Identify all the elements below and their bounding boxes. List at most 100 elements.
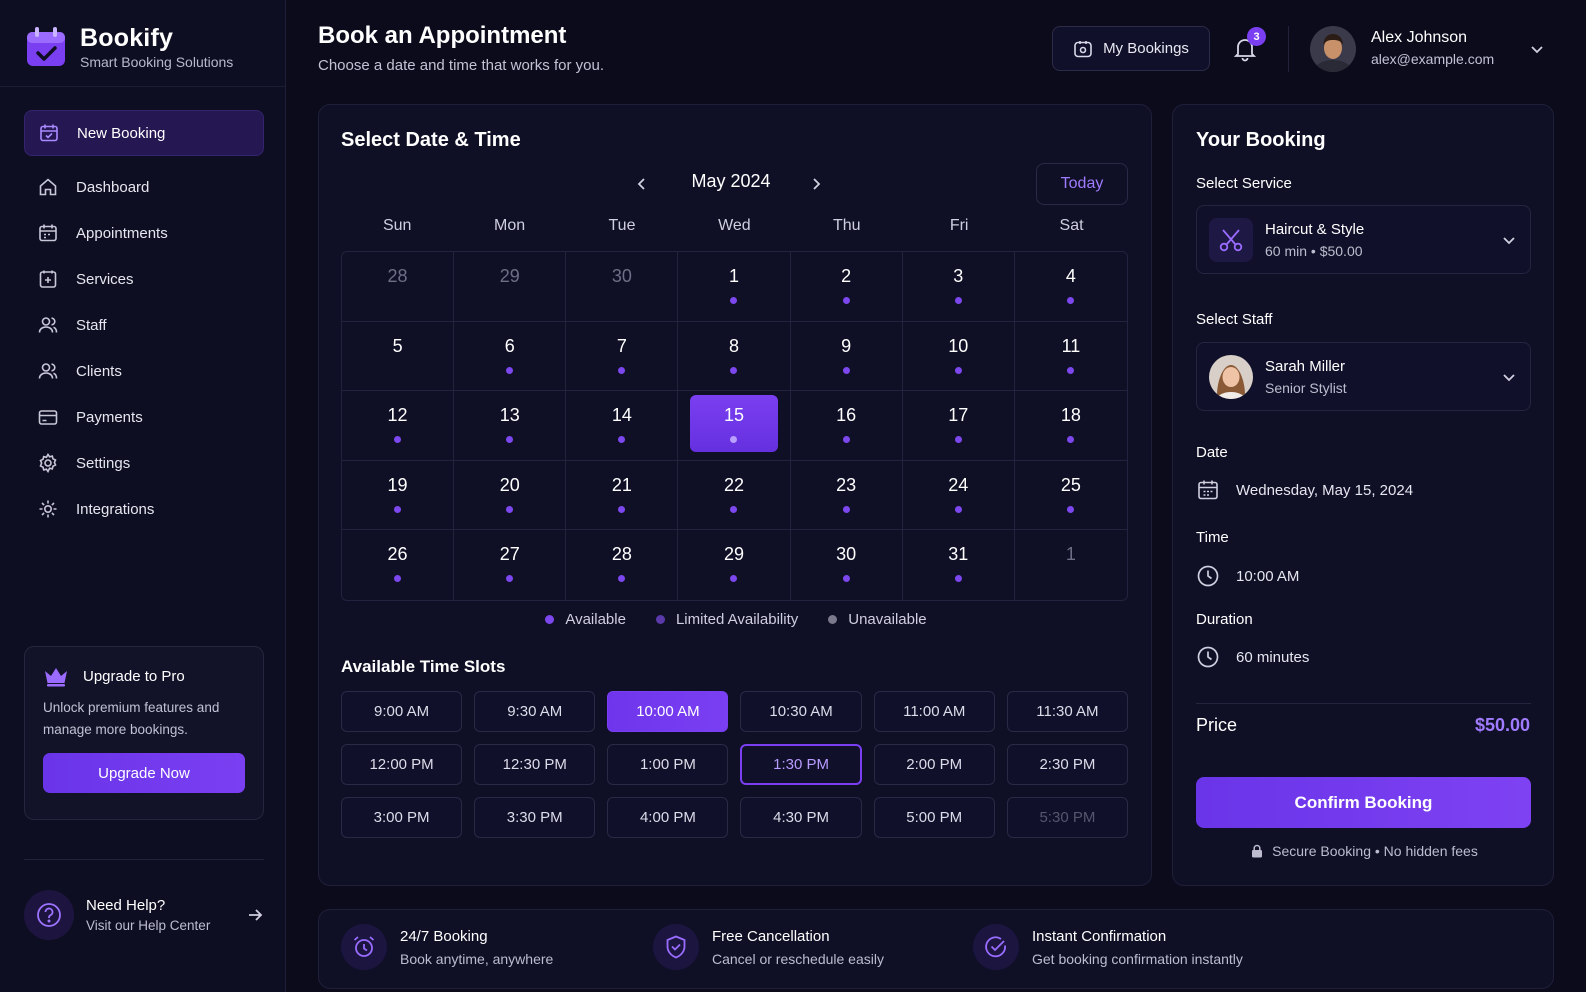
availability-dot xyxy=(506,436,514,444)
time-slot[interactable]: 9:00 AM xyxy=(341,691,463,732)
time-slot[interactable]: 11:30 AM xyxy=(1006,691,1128,732)
calendar-day[interactable]: 11 xyxy=(1014,322,1127,392)
sidebar-item-clients[interactable]: Clients xyxy=(24,348,264,394)
booking-summary-card: Your Booking Select Service Haircut & St… xyxy=(1172,104,1554,886)
calendar-day[interactable]: 31 xyxy=(903,530,1015,600)
time-slot[interactable]: 5:00 PM xyxy=(873,797,995,838)
calendar-day[interactable]: 24 xyxy=(902,460,1015,531)
calendar-day[interactable]: 4 xyxy=(1014,252,1127,322)
card-title: Your Booking xyxy=(1196,129,1326,151)
staff-select[interactable]: Sarah Miller Senior Stylist xyxy=(1196,342,1531,411)
sidebar-item-settings[interactable]: Settings xyxy=(24,440,264,486)
time-slot[interactable]: 4:00 PM xyxy=(607,797,729,838)
sidebar-item-staff[interactable]: Staff xyxy=(24,302,264,348)
chevron-down-icon[interactable] xyxy=(1528,40,1546,58)
time-slot[interactable]: 4:30 PM xyxy=(740,797,862,838)
calendar-day[interactable]: 26 xyxy=(342,530,455,600)
calendar-day[interactable]: 1 xyxy=(678,252,791,322)
chevron-left-icon[interactable] xyxy=(633,175,651,193)
availability-dot xyxy=(842,575,850,583)
calendar-day[interactable]: 16 xyxy=(790,391,903,461)
sidebar-item-payments[interactable]: Payments xyxy=(24,394,264,440)
scissors-icon xyxy=(1209,217,1253,262)
calendar-day[interactable]: 2 xyxy=(790,252,903,322)
services-icon xyxy=(39,270,57,288)
upgrade-now-button[interactable]: Upgrade Now xyxy=(43,753,245,793)
sidebar-item-new-booking[interactable]: New Booking xyxy=(24,110,264,156)
calendar-day[interactable]: 17 xyxy=(902,391,1015,461)
time-slot[interactable]: 10:00 AM xyxy=(607,691,729,732)
feature-subtitle: Get booking confirmation instantly xyxy=(1032,950,1243,967)
time-slot[interactable]: 1:00 PM xyxy=(607,744,729,785)
crown-icon xyxy=(45,668,67,687)
day-number: 23 xyxy=(836,474,857,495)
time-row: 10:00 AM xyxy=(1196,564,1299,588)
bookings-icon xyxy=(1074,40,1092,57)
sidebar-item-dashboard[interactable]: Dashboard xyxy=(24,164,264,210)
calendar-day[interactable]: 13 xyxy=(454,391,567,461)
day-number: 14 xyxy=(611,405,632,426)
calendar-day[interactable]: 23 xyxy=(790,460,903,531)
availability-dot xyxy=(394,575,402,583)
time-slot[interactable]: 2:00 PM xyxy=(873,744,995,785)
time-slot[interactable]: 12:00 PM xyxy=(341,744,463,785)
calendar-day[interactable]: 10 xyxy=(902,321,1015,392)
calendar-day[interactable]: 29 xyxy=(678,530,791,600)
day-number: 3 xyxy=(953,266,964,286)
calendar-day[interactable]: 22 xyxy=(678,460,791,531)
sidebar-item-services[interactable]: Services xyxy=(24,256,264,302)
home-icon xyxy=(39,178,57,196)
time-slot[interactable]: 12:30 PM xyxy=(474,744,596,785)
calendar-day[interactable]: 30 xyxy=(791,530,903,600)
calendar-day-selected[interactable]: 15 xyxy=(678,391,791,461)
time-slot[interactable]: 10:30 AM xyxy=(740,691,862,732)
divider xyxy=(1196,703,1531,704)
day-number: 1 xyxy=(728,266,739,286)
calendar-day[interactable]: 20 xyxy=(454,460,567,531)
day-number: 28 xyxy=(387,266,408,286)
time-slot[interactable]: 3:00 PM xyxy=(341,797,463,838)
calendar-day[interactable]: 3 xyxy=(902,252,1015,322)
calendar-day: 29 xyxy=(454,252,567,322)
calendar-day[interactable]: 7 xyxy=(566,321,679,392)
weekday-label: Tue xyxy=(608,217,636,234)
calendar-day[interactable]: 21 xyxy=(566,460,679,531)
arrow-right-icon xyxy=(249,909,263,921)
avatar[interactable] xyxy=(1310,26,1356,72)
day-number: 4 xyxy=(1065,266,1076,286)
legend: Available Limited Availability Unavailab… xyxy=(319,611,1153,628)
feature-item: Free Cancellation Cancel or reschedule e… xyxy=(653,924,884,970)
calendar-day[interactable]: 8 xyxy=(678,321,791,392)
service-details: 60 min • $50.00 xyxy=(1265,242,1363,259)
my-bookings-button[interactable]: My Bookings xyxy=(1052,26,1210,71)
time-slot[interactable]: 1:30 PM xyxy=(740,744,862,785)
calendar-day[interactable]: 27 xyxy=(454,530,567,600)
clock-icon xyxy=(1197,565,1219,587)
feature-title: 24/7 Booking xyxy=(400,927,488,945)
time-slot[interactable]: 2:30 PM xyxy=(1006,744,1128,785)
calendar-day[interactable]: 25 xyxy=(1014,461,1127,531)
brand[interactable]: Bookify Smart Booking Solutions xyxy=(26,24,233,70)
confirm-booking-button[interactable]: Confirm Booking xyxy=(1196,777,1531,828)
time-slot[interactable]: 11:00 AM xyxy=(873,691,995,732)
calendar-day[interactable]: 18 xyxy=(1014,391,1127,461)
today-button[interactable]: Today xyxy=(1036,163,1128,205)
calendar-day[interactable]: 9 xyxy=(790,321,903,392)
calendar-day[interactable]: 6 xyxy=(454,321,567,392)
calendar-day[interactable]: 28 xyxy=(566,530,679,600)
chevron-right-icon[interactable] xyxy=(807,175,825,193)
time-slot[interactable]: 3:30 PM xyxy=(474,797,596,838)
calendar-day[interactable]: 12 xyxy=(342,391,455,461)
help-center-link[interactable]: Need Help? Visit our Help Center xyxy=(24,890,264,940)
users-icon xyxy=(38,317,58,333)
calendar-day[interactable]: 14 xyxy=(566,391,679,461)
users-icon xyxy=(38,363,58,379)
divider xyxy=(1288,26,1289,72)
time-slot[interactable]: 9:30 AM xyxy=(474,691,596,732)
sidebar-item-appointments[interactable]: Appointments xyxy=(24,210,264,256)
day-number: 29 xyxy=(723,544,744,565)
service-select[interactable]: Haircut & Style 60 min • $50.00 xyxy=(1196,205,1531,274)
calendar-day[interactable]: 5 xyxy=(342,321,455,392)
calendar-day[interactable]: 19 xyxy=(342,460,455,531)
sidebar-item-integrations[interactable]: Integrations xyxy=(24,486,264,532)
